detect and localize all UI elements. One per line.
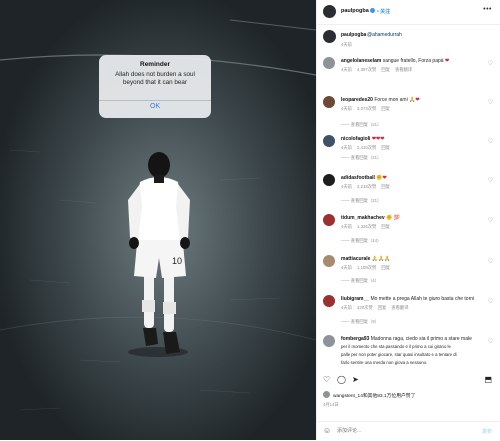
like-comment-icon[interactable]: ♡: [488, 99, 493, 106]
view-replies-link[interactable]: —— 查看回复（21）: [341, 198, 381, 204]
view-replies-link[interactable]: —— 查看回复（4）: [341, 278, 379, 284]
like-comment-icon[interactable]: ♡: [488, 298, 493, 305]
see-translation-link[interactable]: 查看翻译: [391, 305, 408, 310]
comment-reply-button[interactable]: 回复: [381, 106, 390, 111]
comment-reply-button[interactable]: 回复: [381, 67, 390, 72]
save-icon[interactable]: ⬒: [484, 375, 492, 384]
emoji-icon[interactable]: ☺: [323, 426, 331, 435]
comment-avatar[interactable]: [323, 96, 335, 108]
like-comment-icon[interactable]: ♡: [488, 338, 493, 345]
comment-username[interactable]: fomberga93: [341, 336, 369, 342]
comment-avatar[interactable]: [323, 335, 335, 347]
comment-avatar[interactable]: [323, 135, 335, 147]
comment-emoji: ✊❤: [376, 175, 387, 181]
comment-reply-button[interactable]: 回复: [381, 145, 390, 150]
dialog-title: Reminder: [140, 61, 170, 68]
comment-icon[interactable]: ◯: [337, 375, 346, 384]
comment-emoji: 🙏🙏🙏: [371, 256, 391, 262]
comment-username[interactable]: liubigram__: [341, 296, 369, 302]
like-comment-icon[interactable]: ♡: [488, 217, 493, 224]
dialog-message: Allah does not burden a soul beyond that…: [115, 71, 195, 86]
comment-emoji: ❤: [415, 97, 420, 103]
comment-text-line: farlo sentire una merda non giova a ness…: [341, 360, 428, 365]
dialog-ok-button[interactable]: OK: [99, 103, 211, 110]
likes-summary[interactable]: wangstent_14和其他83.1万位用户赞了: [333, 392, 415, 399]
comment-time: 4天前: [341, 184, 352, 189]
comment-avatar[interactable]: [323, 57, 335, 69]
like-icon[interactable]: ♡: [323, 375, 330, 384]
like-comment-icon[interactable]: ♡: [488, 138, 493, 145]
comment-username[interactable]: nicolofagioli: [341, 136, 370, 142]
comment-time: 4天前: [341, 145, 352, 150]
comment-likes[interactable]: 1,109次赞: [357, 265, 376, 270]
comment-text: ✊: [386, 215, 394, 221]
caption-username[interactable]: paulpogba: [341, 32, 366, 38]
caption-time: 4天前: [341, 42, 352, 47]
share-icon[interactable]: ➤: [352, 375, 359, 384]
view-replies-link[interactable]: —— 查看回复（9）: [341, 319, 379, 325]
post-photo: 10 Reminder Allah does not burden a soul…: [0, 0, 316, 440]
follow-button[interactable]: • 关注: [377, 8, 390, 15]
comments-panel: paulpogba • 关注 ••• paulpogba @ahamedurra…: [316, 0, 500, 440]
post-date: 4月14日: [323, 402, 339, 407]
more-options-icon[interactable]: •••: [483, 6, 492, 13]
comment-likes[interactable]: 2,218次赞: [357, 184, 376, 189]
comment-input[interactable]: [335, 427, 459, 435]
view-replies-link[interactable]: —— 查看回复（14）: [341, 238, 381, 244]
comment-time: 4天前: [341, 265, 352, 270]
comment-avatar[interactable]: [323, 255, 335, 267]
comment-text: sangue fratello, Forza papà: [382, 58, 445, 64]
view-replies-link[interactable]: —— 查看回复（21）: [341, 122, 381, 128]
author-username[interactable]: paulpogba: [341, 8, 375, 14]
comment-likes[interactable]: 420次赞: [357, 305, 373, 310]
comment-username[interactable]: mattiacurale: [341, 256, 370, 262]
comment-username[interactable]: tidum_makhachev: [341, 215, 385, 221]
shirt-number: 10: [172, 256, 182, 266]
post-actions: ♡ ◯ ➤ ⬒: [317, 373, 500, 387]
comment-emoji: ❤❤❤: [371, 136, 385, 142]
verified-icon: [369, 8, 375, 14]
like-comment-icon[interactable]: ♡: [488, 177, 493, 184]
comment-likes[interactable]: 1,326次赞: [357, 224, 376, 229]
caption-avatar[interactable]: [323, 30, 336, 43]
comment-likes[interactable]: 4,397次赞: [357, 67, 376, 72]
comment-text-line: palle per non poter giocare, star quasi …: [341, 352, 457, 357]
comment-time: 4天前: [341, 106, 352, 111]
comment-reply-button[interactable]: 回复: [381, 265, 390, 270]
post-comment-button[interactable]: 发布: [482, 428, 492, 435]
comment-avatar[interactable]: [323, 295, 335, 307]
reminder-dialog: Reminder Allah does not burden a soul be…: [99, 55, 211, 118]
comment-username[interactable]: angelolaneselam: [341, 58, 381, 64]
like-comment-icon[interactable]: ♡: [488, 258, 493, 265]
caption-mention[interactable]: @ahamedurrah: [367, 32, 402, 38]
comment-time: 4天前: [341, 305, 352, 310]
comment-likes[interactable]: 2,410次赞: [357, 145, 376, 150]
comment-text: Madonna raga, ciedo sia il primo a stare…: [370, 336, 472, 342]
post-header: paulpogba • 关注 •••: [317, 0, 500, 25]
comment-reply-button[interactable]: 回复: [381, 184, 390, 189]
comment-reply-button[interactable]: 回复: [381, 224, 390, 229]
liker-avatar[interactable]: [323, 391, 330, 398]
author-avatar[interactable]: [323, 5, 336, 18]
comment-avatar[interactable]: [323, 214, 335, 226]
view-replies-link[interactable]: —— 查看回复（21）: [341, 155, 381, 161]
comment-text: Mo mette a prega Allah te giuro basta ch…: [370, 296, 475, 302]
comment-text: Force mon ami 🙏: [374, 97, 416, 103]
comment-text-line: per il momento che sta passando e il pri…: [341, 344, 451, 349]
like-comment-icon[interactable]: ♡: [488, 60, 493, 67]
comment-time: 4天前: [341, 224, 352, 229]
comment-username[interactable]: adidasfootball: [341, 175, 375, 181]
see-translation-link[interactable]: 查看翻译: [395, 67, 412, 72]
comment-time: 4天前: [341, 67, 352, 72]
add-comment-bar: ☺ 发布: [317, 421, 500, 441]
comment-reply-button[interactable]: 回复: [378, 305, 387, 310]
comment-avatar[interactable]: [323, 174, 335, 186]
dialog-divider: [99, 100, 211, 101]
comment-username[interactable]: leoparedes20: [341, 97, 373, 103]
comment-likes[interactable]: 3,073次赞: [357, 106, 376, 111]
comment-emoji: 💯: [393, 215, 400, 221]
comment-emoji: ❤: [444, 58, 450, 64]
